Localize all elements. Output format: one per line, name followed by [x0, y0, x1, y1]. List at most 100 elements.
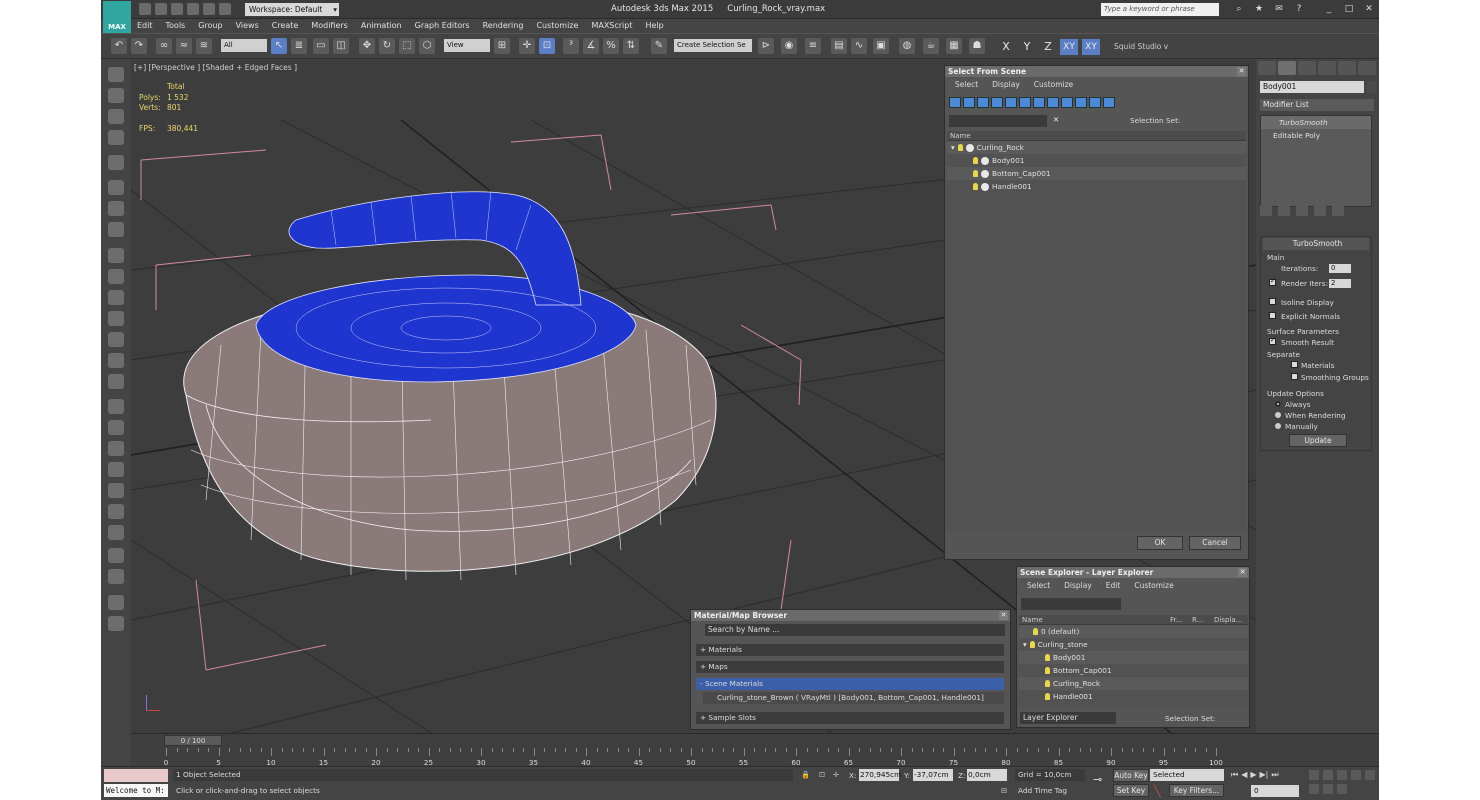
menu-edit[interactable]: Edit	[137, 19, 153, 33]
configure-sets-icon[interactable]	[1332, 205, 1344, 216]
key-filters-button[interactable]: Key Filters...	[1169, 784, 1224, 797]
help-icon[interactable]	[108, 616, 124, 631]
section-materials[interactable]: + Materials	[696, 644, 1004, 656]
isoline-checkbox[interactable]	[1269, 298, 1276, 305]
material-editor-icon[interactable]: ◍	[899, 38, 915, 54]
teapot-icon[interactable]	[108, 67, 124, 82]
display-helpers-icon[interactable]	[1005, 97, 1017, 108]
material-browser-titlebar[interactable]: Material/Map Browser ✕	[691, 610, 1010, 621]
render-setup-icon[interactable]: ☕	[923, 38, 939, 54]
layer-item-handle[interactable]: Handle001	[1019, 690, 1248, 703]
previous-frame-icon[interactable]: ◀	[1241, 770, 1247, 780]
pan-icon[interactable]	[1309, 784, 1319, 794]
align-icon[interactable]: ◉	[781, 38, 797, 54]
menu-customize[interactable]: Customize	[536, 19, 578, 33]
rendered-frame-icon[interactable]: ▦	[946, 38, 962, 54]
hierarchy-tab-icon[interactable]	[1298, 61, 1316, 75]
workspace-dropdown[interactable]: Workspace: Default	[245, 3, 339, 16]
circle-icon[interactable]	[108, 290, 124, 305]
maxscript-listener-pink[interactable]	[104, 769, 168, 782]
list-item-handle[interactable]: Handle001	[947, 180, 1246, 193]
go-to-end-icon[interactable]: ⏭	[1271, 770, 1278, 780]
tool-icon-17[interactable]	[108, 420, 124, 435]
find-input[interactable]	[949, 115, 1047, 127]
time-tag-icon[interactable]: ⊟	[1001, 786, 1007, 795]
squid-studio-label[interactable]: Squid Studio v	[1114, 42, 1168, 51]
search-icon[interactable]: ⌕	[1233, 3, 1245, 15]
bind-space-warp-icon[interactable]: ≋	[196, 38, 212, 54]
motion-tab-icon[interactable]	[1318, 61, 1336, 75]
render-production-icon[interactable]: ☗	[969, 38, 985, 54]
set-key-button[interactable]: Set Key	[1113, 784, 1149, 797]
cancel-button[interactable]: Cancel	[1189, 536, 1241, 550]
rectangular-selection-icon[interactable]: ▭	[313, 38, 329, 54]
light-icon[interactable]	[108, 155, 124, 170]
menu-display[interactable]: Display	[1064, 581, 1092, 590]
reference-coordinate-dropdown[interactable]: View	[444, 39, 490, 52]
clear-search-icon[interactable]: ✕	[1053, 115, 1059, 124]
list-item-bottom-cap[interactable]: Bottom_Cap001	[947, 167, 1246, 180]
layer-item-curling-stone[interactable]: ▾ Curling_stone	[1019, 638, 1248, 651]
manually-radio[interactable]	[1275, 423, 1281, 429]
snaps-toggle-icon[interactable]: ³	[563, 38, 579, 54]
tool-icon-16[interactable]	[108, 399, 124, 414]
communication-icon[interactable]: ✉	[1273, 3, 1285, 15]
subscription-icon[interactable]: ★	[1253, 3, 1265, 15]
explicit-normals-checkbox[interactable]	[1269, 312, 1276, 319]
menu-help[interactable]: Help	[646, 19, 664, 33]
set-key-filter-icon[interactable]: ╲	[1154, 785, 1161, 798]
close-icon[interactable]: ✕	[1363, 3, 1375, 15]
z-coord-field[interactable]: 0,0cm	[967, 769, 1007, 781]
section-sample-slots[interactable]: + Sample Slots	[696, 712, 1004, 724]
tool-icon-25[interactable]	[108, 595, 124, 610]
menu-modifiers[interactable]: Modifiers	[311, 19, 348, 33]
camera-icon[interactable]	[108, 180, 124, 195]
smooth-result-checkbox[interactable]	[1269, 336, 1276, 345]
open-file-icon[interactable]	[155, 3, 167, 15]
spinner-snap-icon[interactable]: ⇅	[623, 38, 639, 54]
x-coord-field[interactable]: 270,945cm	[859, 769, 901, 781]
list-item-curling-rock[interactable]: ▾ Curling_Rock	[947, 141, 1246, 154]
always-radio[interactable]	[1275, 401, 1281, 407]
select-by-name-icon[interactable]: ≣	[291, 38, 307, 54]
close-icon[interactable]: ✕	[1238, 568, 1247, 577]
rollout-title[interactable]: TurboSmooth	[1263, 238, 1369, 250]
column-render[interactable]: R...	[1192, 615, 1214, 624]
section-maps[interactable]: + Maps	[696, 661, 1004, 673]
select-manipulate-icon[interactable]: ✛	[519, 38, 535, 54]
menu-customize[interactable]: Customize	[1134, 581, 1173, 590]
maxscript-listener-input[interactable]: Welcome to M:	[104, 784, 168, 797]
keyboard-shortcut-override-icon[interactable]: ⊡	[539, 38, 555, 54]
menu-create[interactable]: Create	[272, 19, 299, 33]
expand-icon[interactable]: ▾	[1023, 638, 1027, 651]
display-xrefs-icon[interactable]	[1047, 97, 1059, 108]
transform-mode-icon[interactable]: ✛	[833, 770, 839, 779]
schematic-view-icon[interactable]: ▣	[873, 38, 889, 54]
search-input[interactable]: Type a keyword or phrase	[1101, 3, 1219, 16]
find-input[interactable]	[1021, 598, 1121, 610]
close-icon[interactable]: ✕	[999, 611, 1008, 620]
pin-stack-icon[interactable]	[1260, 205, 1272, 216]
maximize-viewport-icon[interactable]	[1337, 784, 1347, 794]
time-slider-thumb[interactable]: 0 / 100	[164, 735, 222, 746]
plant-icon[interactable]	[108, 483, 124, 498]
list-item-body[interactable]: Body001	[947, 154, 1246, 167]
expand-icon[interactable]: ▾	[951, 141, 955, 154]
y-coord-field[interactable]: -37,07cm	[913, 769, 953, 781]
display-lights-icon[interactable]	[977, 97, 989, 108]
menu-select[interactable]: Select	[1027, 581, 1050, 590]
sphere-icon[interactable]	[108, 374, 124, 389]
layer-item-default[interactable]: 0 (default)	[1019, 625, 1248, 638]
scale-icon[interactable]: ⬚	[399, 38, 415, 54]
object-color-swatch[interactable]	[1366, 81, 1376, 93]
redo-icon[interactable]	[203, 3, 215, 15]
zoom-all-icon[interactable]	[1323, 770, 1333, 780]
smoothing-groups-checkbox[interactable]	[1291, 373, 1298, 380]
display-tab-icon[interactable]	[1338, 61, 1356, 75]
axis-xy-alt-button[interactable]: XY	[1082, 39, 1100, 55]
display-geometry-icon[interactable]	[949, 97, 961, 108]
explorer-type-dropdown[interactable]: Layer Explorer	[1020, 712, 1116, 724]
tool-icon-4[interactable]	[108, 130, 124, 145]
section-scene-materials[interactable]: - Scene Materials	[696, 678, 1004, 690]
stack-editable-poly[interactable]: Editable Poly	[1261, 129, 1371, 142]
